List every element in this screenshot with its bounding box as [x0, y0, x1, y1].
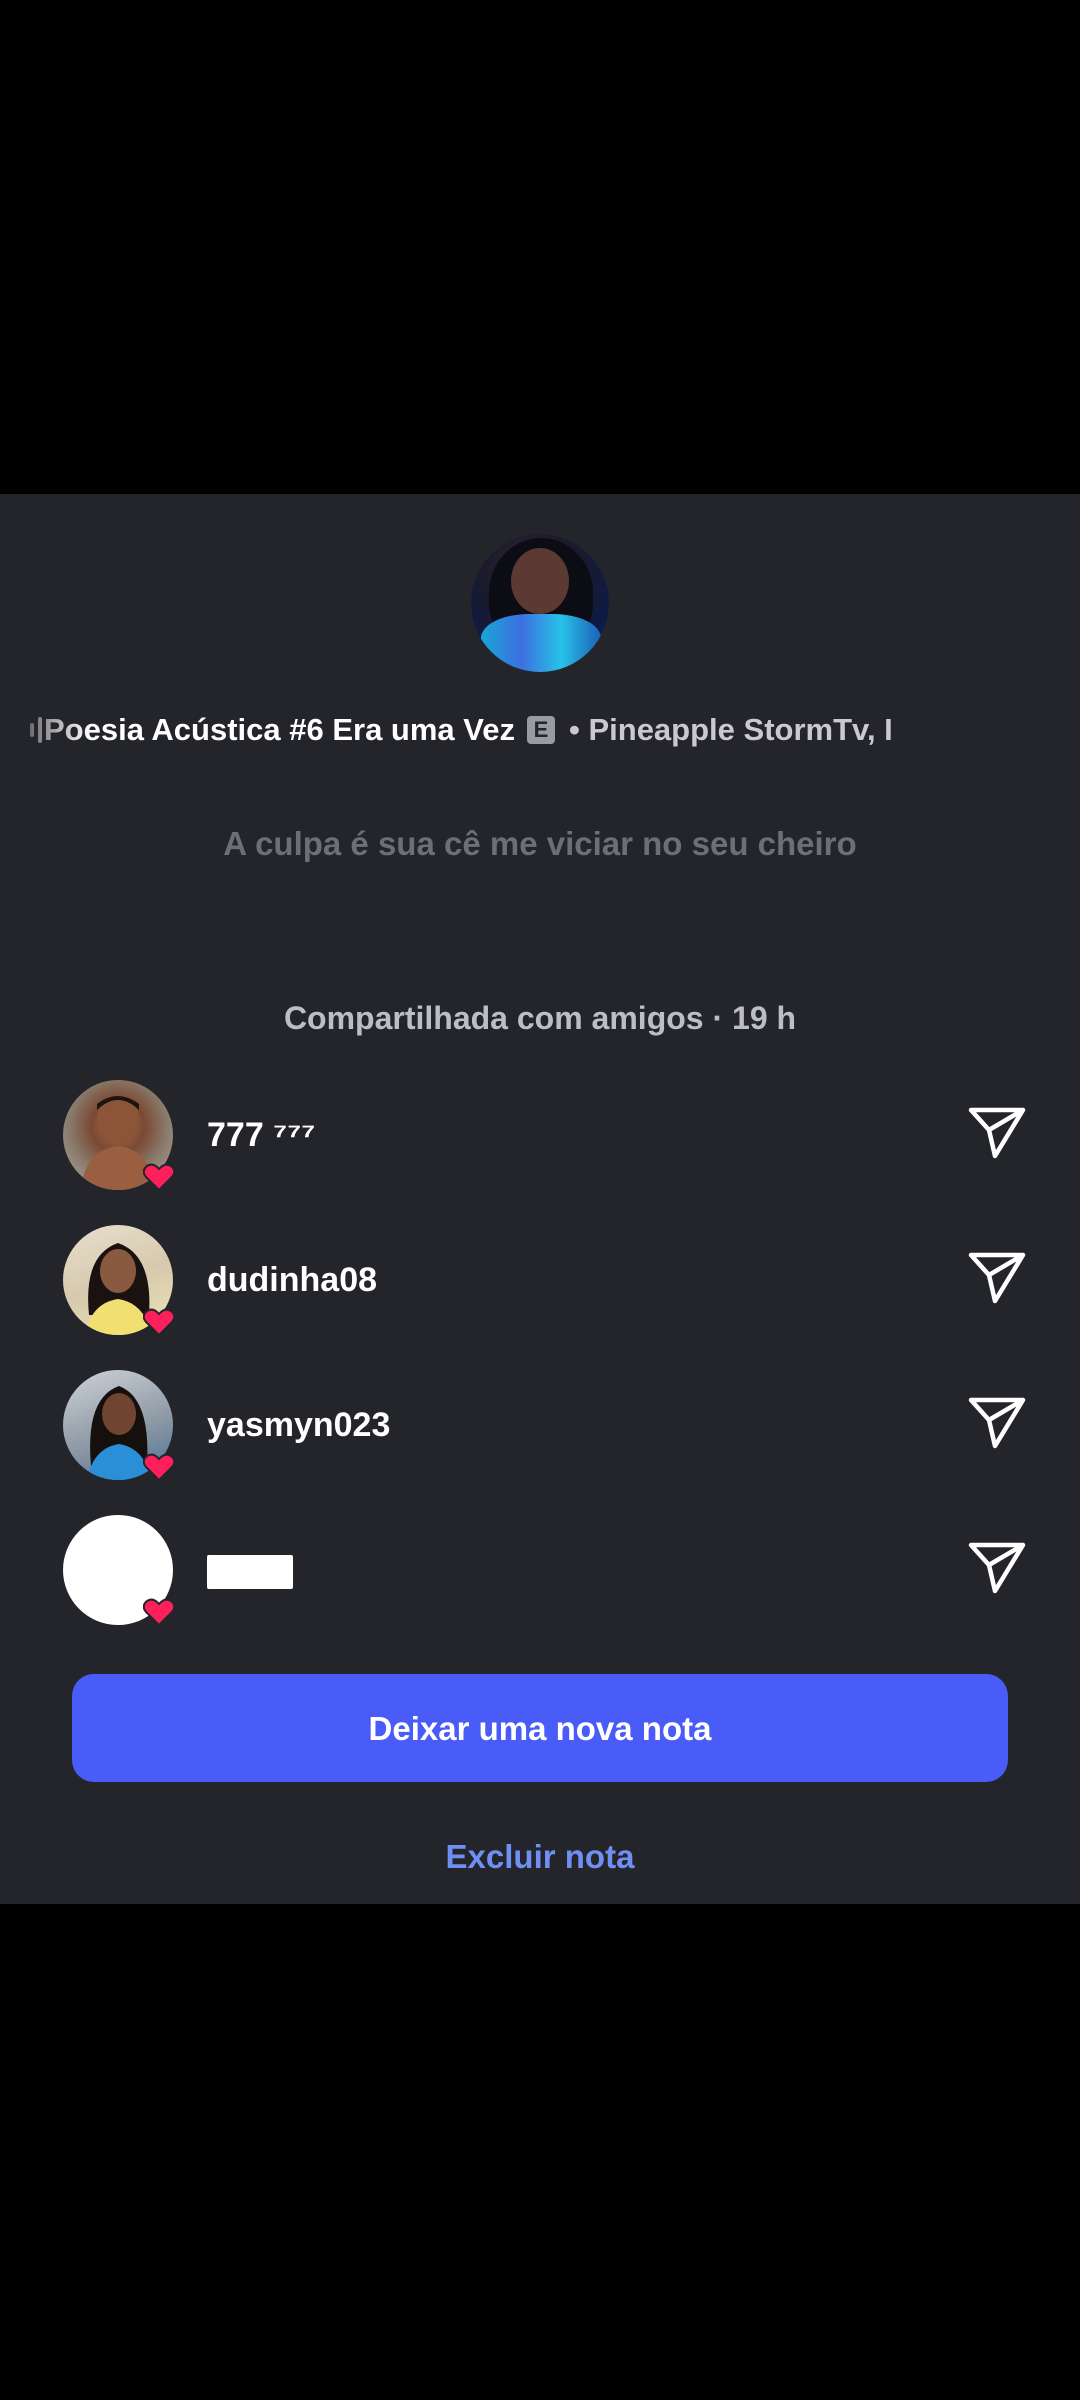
redacted-username — [207, 1555, 293, 1589]
viewer-row[interactable] — [0, 1515, 1080, 1635]
send-icon[interactable] — [968, 1541, 1026, 1595]
shared-with-friends-label: Compartilhada com amigos · 19 h — [283, 1000, 797, 1036]
heart-icon — [143, 1453, 175, 1482]
song-title: Poesia Acústica #6 Era uma Vez — [44, 712, 515, 747]
avatar-outfit — [481, 614, 601, 672]
leave-new-note-button[interactable]: Deixar uma nova nota — [72, 1674, 1008, 1782]
screen: Poesia Acústica #6 Era uma Vez E • Pinea… — [0, 0, 1080, 2400]
viewer-row[interactable]: yasmyn023 — [0, 1370, 1080, 1490]
viewer-name: dudinha08 — [207, 1261, 378, 1299]
heart-icon — [143, 1163, 175, 1192]
avatar-face — [511, 548, 569, 614]
viewer-name: yasmyn023 — [207, 1406, 391, 1444]
profile-avatar[interactable] — [471, 534, 609, 672]
viewer-row[interactable]: 777 ⁷⁷⁷ — [0, 1080, 1080, 1200]
send-icon[interactable] — [968, 1396, 1026, 1450]
music-ticker[interactable]: Poesia Acústica #6 Era uma Vez E • Pinea… — [30, 708, 1080, 752]
heart-icon — [143, 1308, 175, 1337]
viewer-row[interactable]: dudinha08 — [0, 1225, 1080, 1345]
send-icon[interactable] — [968, 1251, 1026, 1305]
explicit-badge: E — [527, 716, 555, 744]
delete-note-button[interactable]: Excluir nota — [0, 1838, 1080, 1876]
send-icon[interactable] — [968, 1106, 1026, 1160]
song-artist: • Pineapple StormTv, I — [569, 712, 893, 747]
note-bottom-sheet: Poesia Acústica #6 Era uma Vez E • Pinea… — [0, 494, 1080, 1904]
heart-icon — [143, 1598, 175, 1627]
note-text: A culpa é sua cê me viciar no seu cheiro — [223, 825, 857, 862]
viewer-name: 777 ⁷⁷⁷ — [207, 1116, 316, 1154]
